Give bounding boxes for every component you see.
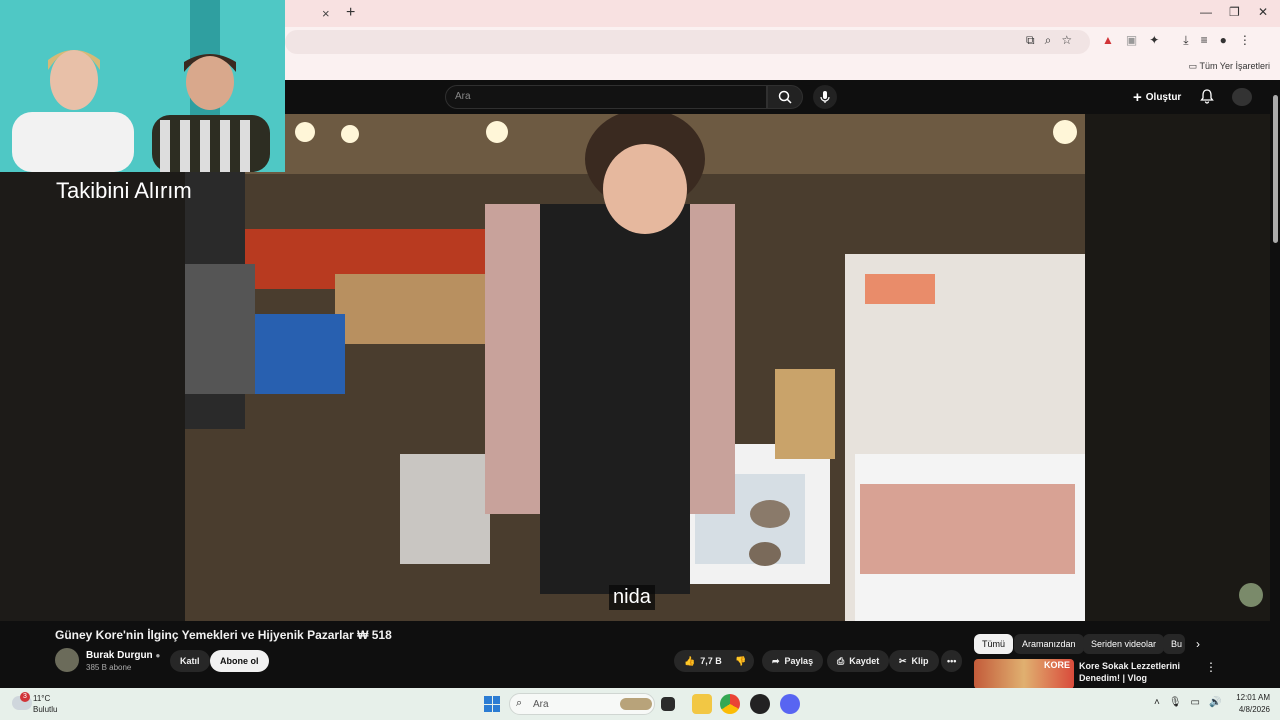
file-explorer-icon[interactable] (692, 694, 712, 714)
microphone-icon (820, 91, 830, 103)
restore-icon[interactable]: ❐ (1229, 5, 1240, 19)
thumbnail-text: KORE (1043, 660, 1070, 670)
install-app-icon[interactable]: ⧉ (1026, 33, 1035, 48)
microphone-icon[interactable]: 🎙 (1169, 697, 1182, 708)
recommended-video-thumbnail[interactable]: KORE (974, 659, 1074, 689)
search-button[interactable] (767, 85, 803, 109)
extension-icon[interactable]: ▣ (1126, 33, 1137, 48)
chip-from-search[interactable]: Aramanızdan (1014, 634, 1084, 654)
all-bookmarks-link[interactable]: ▭ Tüm Yer İşaretleri (1189, 61, 1270, 72)
discord-icon[interactable] (780, 694, 800, 714)
video-letterbox-right (1085, 114, 1270, 621)
notifications-button[interactable] (1200, 89, 1214, 104)
search-icon (778, 90, 792, 104)
save-button[interactable]: ⎙ Kaydet (827, 650, 890, 672)
profile-icon[interactable]: ● (1220, 33, 1227, 48)
clock-date: 4/8/2026 (1238, 705, 1270, 714)
webcam-overlay (0, 0, 285, 172)
channel-watermark[interactable] (1239, 583, 1263, 607)
clip-button[interactable]: ✂ Klip (889, 650, 939, 672)
minimize-icon[interactable]: — (1200, 5, 1212, 19)
speaker-icon[interactable]: 🔊 (1209, 697, 1221, 708)
plus-icon: + (1133, 89, 1142, 106)
display-icon[interactable]: ▭ (1191, 697, 1200, 708)
tab-close-icon[interactable]: × (322, 6, 330, 21)
chip-more[interactable]: Bu (1163, 634, 1185, 654)
scissors-icon: ✂ (899, 655, 907, 666)
clock-time: 12:01 AM (1236, 693, 1270, 702)
system-tray: ˄ 🎙 ▭ 🔊 (1154, 697, 1221, 708)
subscriber-count: 385 B abone (86, 663, 132, 672)
task-view-icon[interactable] (661, 697, 675, 711)
thumbs-down-icon: 👎 (735, 655, 747, 666)
chevron-up-icon[interactable]: ˄ (1154, 697, 1160, 708)
create-button[interactable]: + Oluştur (1133, 89, 1181, 106)
more-vertical-icon[interactable]: ⋮ (1205, 660, 1217, 674)
folder-icon: ▭ (1188, 61, 1198, 71)
puzzle-icon[interactable]: ✦ (1149, 33, 1159, 48)
bookmark-star-icon[interactable]: ☆ (1061, 33, 1072, 48)
verified-icon: ● (155, 651, 161, 660)
video-frame-image (185, 114, 1085, 621)
channel-avatar[interactable] (55, 648, 79, 672)
windows-start-icon[interactable] (484, 696, 500, 712)
thumbs-up-icon: 👍 (684, 655, 696, 666)
bookmark-icon: ⎙ (837, 655, 845, 666)
new-tab-icon[interactable]: + (346, 4, 355, 22)
like-button[interactable]: 👍 7,7 B (674, 650, 730, 672)
channel-name[interactable]: Burak Durgun ● (86, 650, 160, 661)
share-button[interactable]: ➦ Paylaş (762, 650, 824, 672)
more-actions-button[interactable]: ••• (941, 650, 963, 672)
chrome-icon[interactable] (720, 694, 740, 714)
omnibox-actions: ⧉ ⌕ ☆ (1026, 33, 1072, 48)
zoom-icon[interactable]: ⌕ (1045, 33, 1052, 48)
video-subtitle: nida (609, 585, 655, 610)
scrollbar-thumb[interactable] (1273, 95, 1278, 243)
download-icon[interactable]: ⤓ (1183, 33, 1188, 48)
bell-icon (1200, 89, 1214, 104)
weather-notification-badge: 3 (20, 692, 30, 702)
share-arrow-icon: ➦ (772, 655, 780, 666)
chip-all[interactable]: Tümü (974, 634, 1014, 654)
chip-series-videos[interactable]: Seriden videolar (1083, 634, 1165, 654)
address-bar[interactable] (285, 30, 1090, 54)
menu-kebab-icon[interactable]: ⋮ (1239, 33, 1251, 48)
search-placeholder: Ara (455, 91, 471, 102)
account-avatar[interactable] (1232, 88, 1252, 106)
video-player[interactable] (185, 114, 1085, 621)
chevron-right-icon[interactable]: › (1196, 637, 1200, 651)
video-title: Güney Kore'nin İlginç Yemekleri ve Hijye… (55, 628, 392, 642)
media-controls-icon[interactable]: ≡ (1201, 33, 1208, 48)
weather-condition: Bulutlu (33, 705, 58, 714)
weather-temperature: 11°C (33, 694, 51, 703)
extension-icons: ▲ ▣ ✦ ⤓ ≡ ● ⋮ (1102, 33, 1251, 48)
stream-overlay-caption: Takibini Alırım (56, 178, 192, 203)
search-input[interactable] (445, 85, 767, 109)
close-window-icon[interactable]: ✕ (1258, 5, 1268, 19)
extension-icon[interactable]: ▲ (1102, 33, 1114, 48)
search-highlight-icon (620, 698, 652, 710)
more-horizontal-icon: ••• (947, 656, 957, 666)
taskbar-clock[interactable]: 12:01 AM 4/8/2026 (1228, 692, 1270, 716)
app-icon[interactable] (750, 694, 770, 714)
subscribe-button[interactable]: Abone ol (210, 650, 269, 672)
join-button[interactable]: Katıl (170, 650, 210, 672)
voice-search-button[interactable] (813, 85, 837, 109)
recommended-video-title[interactable]: Kore Sokak Lezzetlerini Denedim! | Vlog (1079, 660, 1194, 684)
dislike-button[interactable]: 👎 (727, 650, 755, 672)
taskbar-search-placeholder: Ara (533, 699, 549, 710)
webcam-image (0, 0, 285, 172)
search-icon: ⌕ (516, 697, 523, 709)
